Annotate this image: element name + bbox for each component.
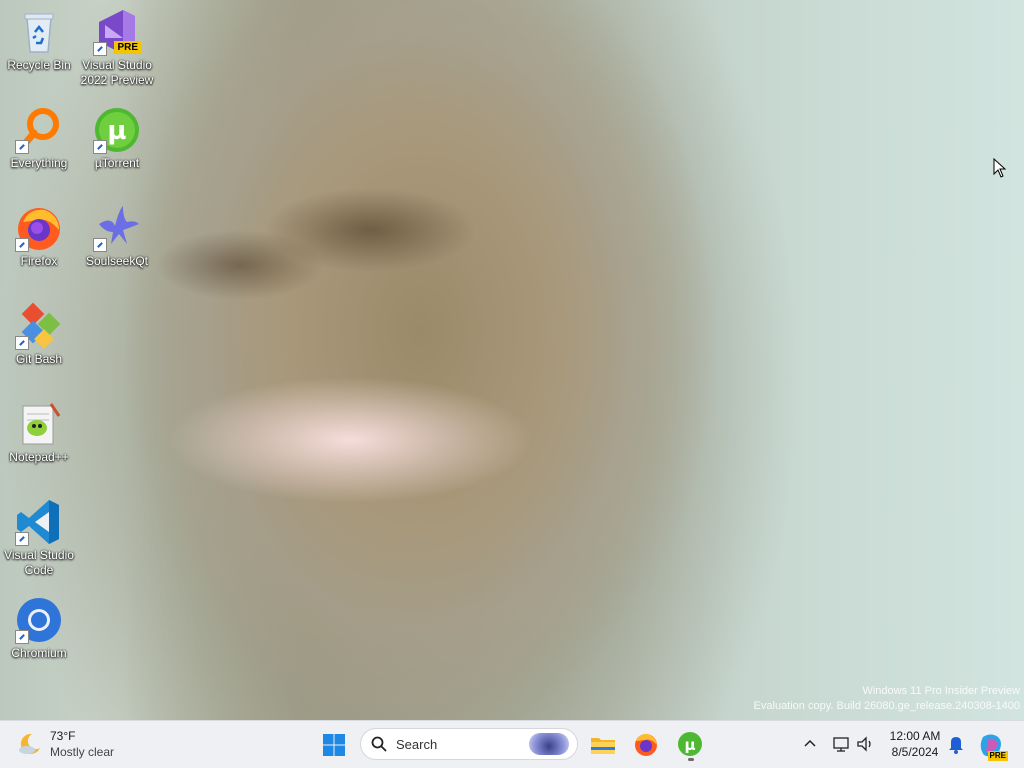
weather-temperature: 73°F (50, 729, 76, 743)
shortcut-arrow-icon (93, 238, 107, 252)
recycle-bin-icon (15, 8, 63, 56)
desktop-wallpaper: Recycle Bin PRE Visual Studio 2022 Previ… (0, 0, 1024, 720)
icon-label-line2: 2022 Preview (80, 73, 154, 87)
shortcut-arrow-icon (15, 238, 29, 252)
bell-icon (949, 737, 963, 754)
icon-label: Notepad++ (9, 450, 69, 464)
start-button[interactable] (316, 727, 352, 763)
visual-studio-2022-preview-desktop-icon[interactable]: PRE Visual Studio 2022 Preview (78, 8, 156, 88)
show-hidden-icons-button[interactable] (800, 733, 820, 755)
visual-studio-code-desktop-icon[interactable]: Visual Studio Code (0, 498, 78, 578)
notepad-plus-plus-desktop-icon[interactable]: Notepad++ (0, 400, 78, 465)
soulseekqt-desktop-icon[interactable]: SoulseekQt (78, 204, 156, 269)
network-icon (833, 737, 849, 752)
windows-evaluation-watermark: Windows 11 Pro Insider Preview Evaluatio… (754, 684, 1020, 714)
firefox-icon (635, 733, 657, 756)
running-indicator (688, 758, 694, 761)
clock-time: 12:00 AM (889, 729, 941, 743)
watermark-line1: Windows 11 Pro Insider Preview (862, 685, 1020, 697)
notifications-button[interactable] (946, 733, 966, 755)
search-highlight-image (529, 733, 569, 755)
utorrent-desktop-icon[interactable]: µ µTorrent (78, 106, 156, 171)
taskbar: 73°F Mostly clear Search µ 12:00 AM 8/5/… (0, 720, 1024, 768)
utorrent-icon: µ (93, 106, 141, 154)
shortcut-arrow-icon (15, 140, 29, 154)
firefox-taskbar-button[interactable] (628, 727, 664, 763)
visual-studio-icon: PRE (93, 8, 141, 56)
icon-label: Visual Studio Code (0, 548, 78, 578)
network-status-button[interactable] (830, 733, 852, 755)
icon-label: Everything (10, 156, 68, 170)
shortcut-arrow-icon (93, 42, 107, 56)
copilot-button[interactable]: PRE (974, 729, 1008, 763)
recycle-bin-desktop-icon[interactable]: Recycle Bin (0, 8, 78, 73)
shortcut-arrow-icon (93, 140, 107, 154)
weather-condition: Mostly clear (50, 745, 115, 759)
shortcut-arrow-icon (15, 336, 29, 350)
speaker-icon (857, 736, 871, 752)
folder-icon (591, 738, 615, 754)
icon-label: Firefox (20, 254, 58, 268)
shortcut-arrow-icon (15, 630, 29, 644)
clock-date: 8/5/2024 (891, 745, 939, 759)
icon-label: Git Bash (15, 352, 63, 366)
icon-label: Chromium (11, 646, 67, 660)
preview-badge: PRE (114, 41, 141, 54)
windows-logo-icon (323, 734, 345, 756)
icon-label-line1: Visual Studio (4, 548, 74, 562)
shortcut-arrow-icon (15, 532, 29, 546)
svg-text:µ: µ (684, 736, 695, 754)
search-icon (371, 736, 387, 752)
everything-desktop-icon[interactable]: Everything (0, 106, 78, 171)
svg-text:µ: µ (107, 116, 126, 146)
watermark-line2: Evaluation copy. Build 26080.ge_release.… (753, 700, 1020, 712)
chromium-icon (15, 596, 63, 644)
icon-label: µTorrent (94, 156, 140, 170)
system-clock[interactable]: 12:00 AM 8/5/2024 (880, 728, 950, 760)
volume-button[interactable] (854, 733, 876, 755)
firefox-desktop-icon[interactable]: Firefox (0, 204, 78, 269)
mouse-pointer-icon (993, 157, 1007, 178)
chevron-up-icon (804, 739, 816, 747)
search-placeholder: Search (396, 737, 438, 752)
firefox-icon (15, 204, 63, 252)
git-bash-desktop-icon[interactable]: Git Bash (0, 302, 78, 367)
icon-label-line1: Visual Studio (82, 58, 152, 72)
icon-label-line2: Code (24, 563, 54, 577)
git-bash-icon (15, 302, 63, 350)
bird-icon (93, 204, 141, 252)
chromium-desktop-icon[interactable]: Chromium (0, 596, 78, 661)
vscode-icon (15, 498, 63, 546)
notepad-plus-plus-icon (15, 400, 63, 448)
magnifier-icon (15, 106, 63, 154)
moon-cloud-icon (18, 732, 42, 756)
icon-label: Recycle Bin (7, 58, 71, 72)
taskbar-search-box[interactable]: Search (360, 728, 578, 760)
utorrent-taskbar-button[interactable]: µ (672, 727, 708, 763)
weather-widget[interactable]: 73°F Mostly clear (14, 727, 134, 763)
icon-label: Visual Studio 2022 Preview (78, 58, 156, 88)
icon-label: SoulseekQt (85, 254, 149, 268)
file-explorer-button[interactable] (585, 727, 621, 763)
copilot-preview-badge: PRE (987, 751, 1008, 761)
